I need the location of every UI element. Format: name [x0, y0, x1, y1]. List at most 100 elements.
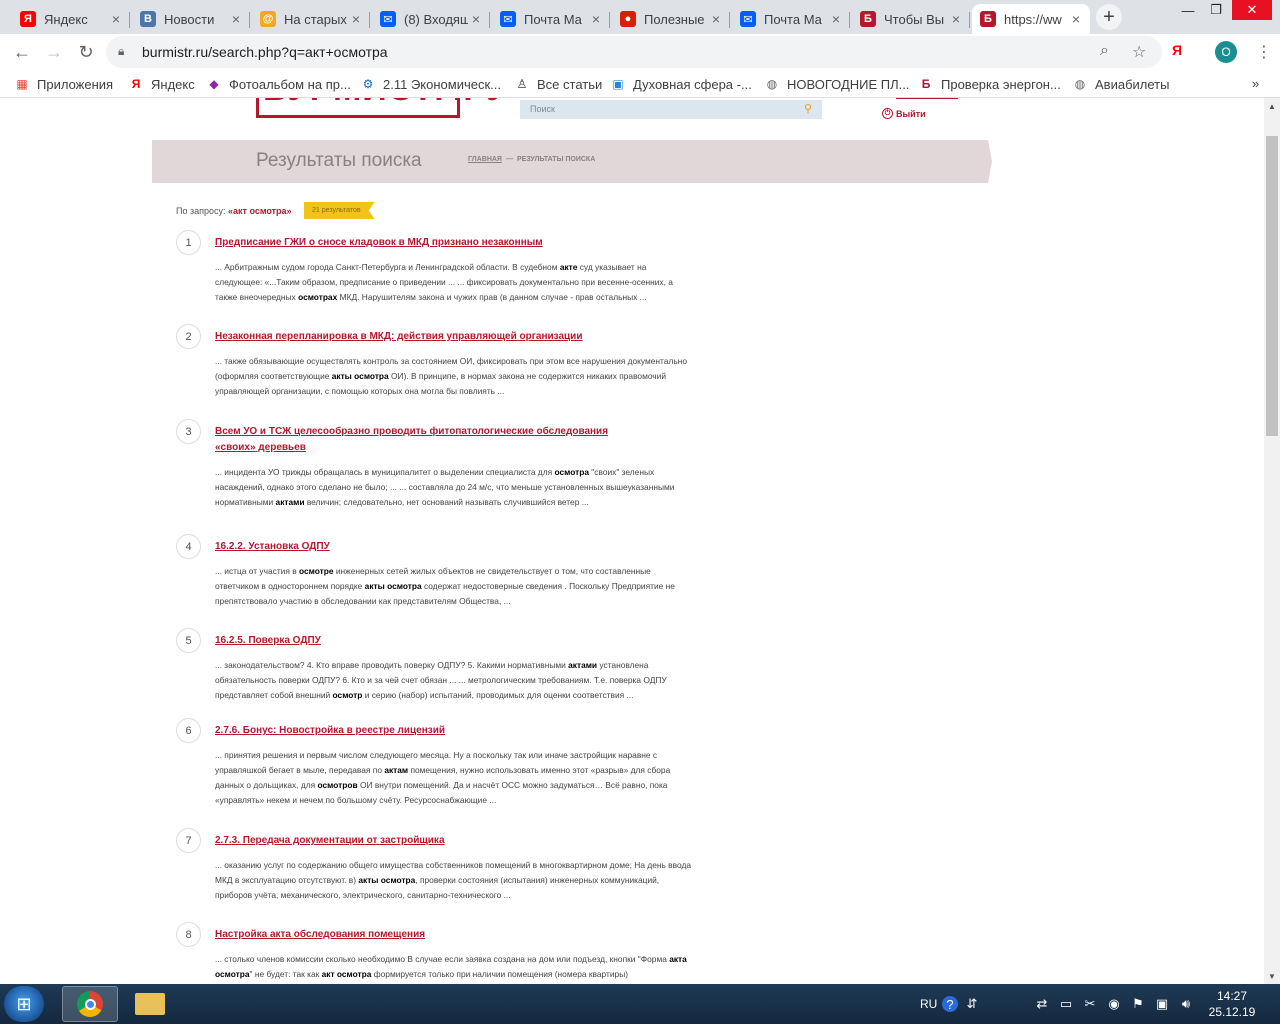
- bookmark-item[interactable]: Я Яндекс: [128, 76, 195, 92]
- result-title-link[interactable]: Настройка акта обследования помещения: [215, 927, 635, 943]
- tab-title: На старых: [284, 11, 347, 27]
- tab-9[interactable]: Бhttps://ww ×: [972, 4, 1090, 34]
- result-number: 7: [176, 828, 201, 853]
- result-number: 1: [176, 230, 201, 255]
- burmistr-icon: Б: [860, 11, 876, 27]
- minimize-button[interactable]: —: [1174, 0, 1202, 20]
- globe-icon: ◍: [1074, 77, 1086, 91]
- burmistr-icon: Б: [921, 77, 931, 91]
- tab-5[interactable]: ✉ Почта Ма ×: [492, 4, 610, 34]
- bookmark-item[interactable]: ▣ Духовная сфера -...: [610, 76, 751, 92]
- tab-6[interactable]: ● Полезные ×: [612, 4, 730, 34]
- scroll-down-arrow-icon[interactable]: ▼: [1264, 968, 1280, 984]
- zoom-search-icon[interactable]: ⌕: [1100, 42, 1109, 60]
- volume-icon[interactable]: 🔊︎: [1178, 996, 1194, 1012]
- close-icon[interactable]: ×: [948, 11, 964, 27]
- taskbar-explorer-button[interactable]: [122, 986, 178, 1022]
- media-icon[interactable]: ◉: [1106, 996, 1122, 1012]
- breadcrumb-separator: —: [505, 156, 513, 163]
- page-header-banner: Результаты поиска ГЛАВНАЯ — РЕЗУЛЬТАТЫ П…: [152, 140, 992, 183]
- breadcrumb: ГЛАВНАЯ — РЕЗУЛЬТАТЫ ПОИСКА: [468, 156, 595, 163]
- forward-arrow-icon[interactable]: →: [42, 40, 66, 64]
- result-snippet: ... истца от участия в осмотре инженерны…: [215, 566, 675, 606]
- close-icon[interactable]: ×: [1068, 11, 1084, 27]
- clock-time: 14:27: [1216, 989, 1248, 1003]
- language-indicator[interactable]: RU: [920, 997, 937, 1011]
- bookmark-item[interactable]: ▦ Приложения: [14, 76, 113, 92]
- flag-icon[interactable]: ⚑: [1130, 996, 1146, 1012]
- yandex-extension-icon[interactable]: Я: [1172, 42, 1182, 58]
- keyboard-settings-icon[interactable]: ⇵: [964, 996, 980, 1012]
- close-icon[interactable]: ×: [468, 11, 484, 27]
- taskbar-chrome-button[interactable]: [62, 986, 118, 1022]
- help-icon[interactable]: ?: [942, 996, 958, 1012]
- site-search-input[interactable]: Поиск ⚲: [520, 100, 822, 119]
- result-title-link[interactable]: Предписание ГЖИ о сносе кладовок в МКД п…: [215, 235, 635, 251]
- address-bar[interactable]: 🔒︎ burmistr.ru/search.php?q=акт+осмотра …: [106, 36, 1162, 68]
- close-icon[interactable]: ×: [828, 11, 844, 27]
- menu-dots-icon[interactable]: ⋮: [1256, 42, 1272, 62]
- bookmark-label: Приложения: [37, 76, 114, 92]
- maximize-button[interactable]: ❐: [1202, 0, 1230, 20]
- tools-icon[interactable]: ✂: [1082, 996, 1098, 1012]
- tab-7[interactable]: ✉ Почта Ма ×: [732, 4, 850, 34]
- url-text[interactable]: burmistr.ru/search.php?q=акт+осмотра: [142, 44, 388, 60]
- result-snippet: ... также обязывающие осуществлять контр…: [215, 356, 687, 396]
- close-icon[interactable]: ×: [108, 11, 124, 27]
- scroll-up-arrow-icon[interactable]: ▲: [1264, 98, 1280, 114]
- tab-4[interactable]: ✉ (8) Входящ ×: [372, 4, 490, 34]
- result-title-link[interactable]: 2.7.6. Бонус: Новостройка в реестре лице…: [215, 723, 635, 739]
- tab-3[interactable]: @ На старых ×: [252, 4, 370, 34]
- page-scrollbar[interactable]: ▲ ▼: [1264, 98, 1280, 984]
- page-icon: ▣: [612, 77, 624, 91]
- teamviewer-icon[interactable]: ⇄: [1034, 996, 1050, 1012]
- result-title-link[interactable]: Всем УО и ТСЖ целесообразно проводить фи…: [215, 424, 635, 456]
- network-icon[interactable]: ▣: [1154, 996, 1170, 1012]
- bookmark-item[interactable]: ♙ Все статьи: [514, 76, 603, 92]
- bookmark-label: 2.11 Экономическ...: [383, 76, 501, 92]
- yandex-icon: Я: [131, 77, 141, 91]
- bookmark-item[interactable]: Б Проверка энергон...: [918, 76, 1061, 92]
- chrome-icon: [77, 991, 103, 1017]
- result-title-link[interactable]: Незаконная перепланировка в МКД: действи…: [215, 329, 635, 345]
- close-icon[interactable]: ×: [708, 11, 724, 27]
- tab-1[interactable]: Я Яндекс ×: [12, 4, 130, 34]
- site-logo[interactable]: БУРМИСТР.РУ: [256, 98, 508, 118]
- result-number: 3: [176, 419, 201, 444]
- photo-icon: ◆: [209, 77, 219, 91]
- mail-icon: ✉: [380, 11, 396, 27]
- reload-icon[interactable]: ↻: [74, 40, 98, 64]
- tab-2[interactable]: В Новости ×: [132, 4, 250, 34]
- scrollbar-thumb[interactable]: [1266, 136, 1278, 436]
- start-button[interactable]: ⊞: [4, 986, 44, 1022]
- bookmark-item[interactable]: ◍ НОВОГОДНИЕ ПЛ...: [764, 76, 910, 92]
- system-clock[interactable]: 14:27 25.12.19: [1200, 988, 1264, 1020]
- display-icon[interactable]: ▭: [1058, 996, 1074, 1012]
- bookmark-item[interactable]: ◍ Авиабилеты: [1072, 76, 1170, 92]
- vk-icon: В: [140, 11, 156, 27]
- logout-link[interactable]: ⏻ Выйти: [882, 108, 926, 119]
- tab-8[interactable]: Б Чтобы Вы ×: [852, 4, 970, 34]
- result-title-link[interactable]: 16.2.5. Поверка ОДПУ: [215, 633, 635, 649]
- new-tab-button[interactable]: +: [1096, 4, 1122, 30]
- query-summary: По запросу: «акт осмотра»: [176, 206, 292, 216]
- clock-date: 25.12.19: [1208, 1005, 1256, 1019]
- bookmark-star-icon[interactable]: ☆: [1132, 42, 1146, 62]
- profile-avatar[interactable]: O: [1215, 41, 1237, 63]
- bookmark-item[interactable]: ◆ Фотоальбом на пр...: [206, 76, 350, 92]
- close-window-button[interactable]: ✕: [1232, 0, 1272, 20]
- back-arrow-icon[interactable]: ←: [10, 40, 34, 64]
- bookmark-item[interactable]: ⚙ 2.11 Экономическ...: [360, 76, 501, 92]
- logout-icon: ⏻: [882, 108, 893, 119]
- bookmark-label: Проверка энергон...: [941, 76, 1061, 92]
- close-icon[interactable]: ×: [228, 11, 244, 27]
- breadcrumb-home-link[interactable]: ГЛАВНАЯ: [468, 156, 502, 163]
- search-icon[interactable]: ⚲: [804, 102, 812, 115]
- close-icon[interactable]: ×: [588, 11, 604, 27]
- bookmarks-more-button[interactable]: »: [1252, 76, 1259, 91]
- result-title-link[interactable]: 16.2.2. Установка ОДПУ: [215, 539, 635, 555]
- mail-at-icon: @: [260, 11, 276, 27]
- close-icon[interactable]: ×: [348, 11, 364, 27]
- tab-title: https://ww: [1004, 11, 1062, 27]
- result-title-link[interactable]: 2.7.3. Передача документации от застройщ…: [215, 833, 635, 849]
